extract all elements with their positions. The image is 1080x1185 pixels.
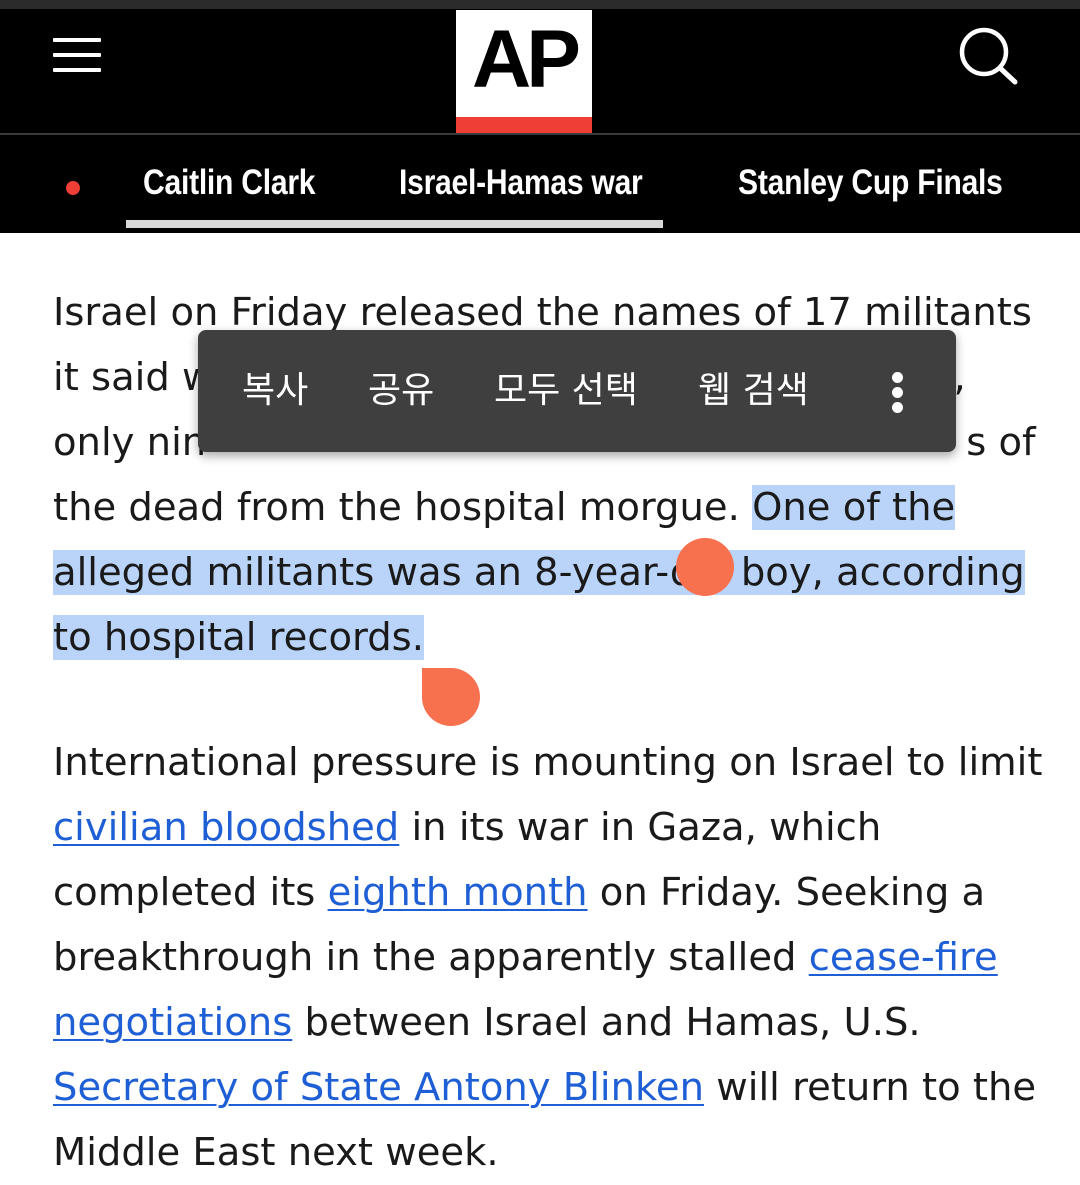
- link-eighth-month[interactable]: eighth month: [328, 870, 588, 915]
- more-vertical-icon[interactable]: [886, 370, 910, 414]
- share-button[interactable]: 공유: [368, 368, 434, 414]
- paragraph-2[interactable]: International pressure is mounting on Is…: [53, 730, 1043, 1185]
- nav-item-caitlin-clark[interactable]: Caitlin Clark: [143, 163, 316, 203]
- text-selection-toolbar: 복사 공유 모두 선택 웹 검색: [198, 330, 956, 452]
- select-all-button[interactable]: 모두 선택: [494, 368, 638, 414]
- p2-text-1: International pressure is mounting on Is…: [53, 740, 1043, 785]
- ap-logo[interactable]: AP: [456, 10, 592, 133]
- live-indicator-dot: [66, 181, 80, 195]
- logo-red-bar: [456, 117, 592, 133]
- status-strip: [0, 0, 1080, 9]
- selection-end-handle[interactable]: [422, 668, 480, 726]
- link-secretary-of-state-antony-blinken[interactable]: Secretary of State Antony Blinken: [53, 1065, 704, 1110]
- app-header: AP: [0, 0, 1080, 133]
- nav-active-underline: [126, 220, 663, 228]
- nav-item-stanley-cup-finals[interactable]: Stanley Cup Finals: [738, 163, 1003, 203]
- p1-line2-start: it said w: [53, 355, 214, 400]
- p1-line3-end: s of: [966, 420, 1036, 465]
- p1-line4: the dead from the hospital morgue.: [53, 485, 753, 530]
- p1-line1: Israel on Friday released the names of 1…: [53, 290, 1032, 335]
- copy-button[interactable]: 복사: [242, 368, 308, 414]
- nav-item-israel-hamas-war[interactable]: Israel-Hamas war: [399, 163, 643, 203]
- trending-nav: Caitlin Clark Israel-Hamas war Stanley C…: [0, 135, 1080, 233]
- selection-start-handle[interactable]: [676, 538, 734, 596]
- search-icon[interactable]: [956, 26, 1020, 86]
- link-civilian-bloodshed[interactable]: civilian bloodshed: [53, 805, 399, 850]
- web-search-button[interactable]: 웹 검색: [698, 368, 809, 414]
- hamburger-menu-icon[interactable]: [53, 36, 101, 76]
- p1-line3-start: only nin: [53, 420, 207, 465]
- nav-scroll-fade: [990, 135, 1080, 233]
- p2-text-4: between Israel and Hamas, U.S.: [292, 1000, 921, 1045]
- logo-text: AP: [472, 14, 581, 105]
